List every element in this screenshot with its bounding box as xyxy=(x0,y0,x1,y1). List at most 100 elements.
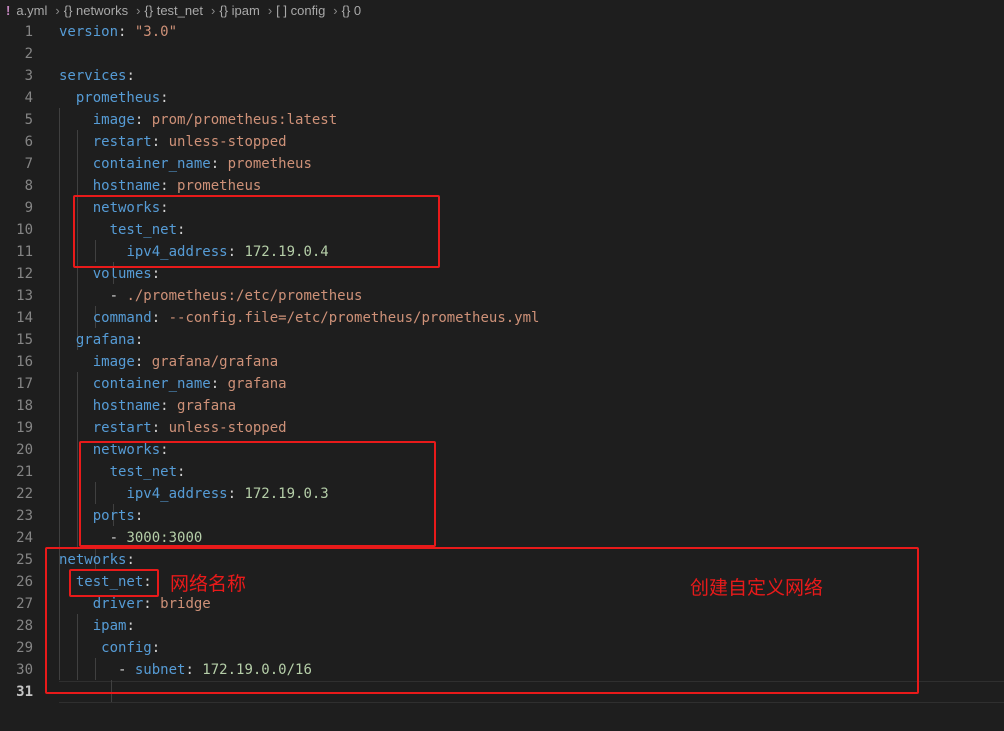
line-number: 11 xyxy=(16,244,33,260)
code-token: container_name xyxy=(92,376,211,392)
line-number: 22 xyxy=(16,486,33,502)
code-token: unless-stopped xyxy=(168,420,287,436)
code-token: prom/prometheus:latest xyxy=(151,112,338,128)
breadcrumb-segment[interactable]: [ ] config xyxy=(276,3,325,18)
line-number: 16 xyxy=(16,354,33,370)
chevron-right-icon: › xyxy=(210,2,216,18)
code-token: : xyxy=(126,68,135,84)
code-token: prometheus xyxy=(75,90,161,106)
line-number: 10 xyxy=(16,222,33,238)
line-number: 31 xyxy=(16,684,33,700)
line-number: 27 xyxy=(16,596,33,612)
code-line[interactable]: 3 services: xyxy=(0,65,1004,87)
line-number: 3 xyxy=(24,68,33,84)
code-token: : xyxy=(118,24,135,40)
line-number: 5 xyxy=(24,112,33,128)
line-number: 13 xyxy=(16,288,33,304)
code-token: grafana xyxy=(177,398,237,414)
code-token: unless-stopped xyxy=(168,134,287,150)
code-token: version xyxy=(59,24,119,40)
chevron-right-icon: › xyxy=(333,2,338,18)
line-number: 21 xyxy=(16,464,33,480)
code-text: services: xyxy=(59,65,135,87)
line-number: 30 xyxy=(16,662,33,678)
line-number: 18 xyxy=(16,398,33,414)
chevron-right-icon: › xyxy=(136,2,141,18)
breadcrumb: ! a.yml › {} networks › {} test_net › {}… xyxy=(0,0,1004,20)
code-line[interactable]: 17 container_name: grafana xyxy=(0,373,1004,395)
line-number: 12 xyxy=(16,266,33,282)
code-token: : xyxy=(210,156,228,172)
code-line[interactable]: 19 restart: unless-stopped xyxy=(0,417,1004,439)
line-number: 23 xyxy=(16,508,33,524)
yaml-file-icon: ! xyxy=(6,2,11,18)
code-text: container_name: grafana xyxy=(59,373,287,395)
code-token: : xyxy=(134,332,144,348)
code-token: : xyxy=(151,420,169,436)
line-number: 14 xyxy=(16,310,33,326)
code-token: : xyxy=(134,354,152,370)
code-token: : xyxy=(151,134,169,150)
breadcrumb-segment[interactable]: {} test_net xyxy=(144,3,203,18)
code-token: restart xyxy=(92,134,152,150)
chevron-right-icon: › xyxy=(55,2,60,18)
code-line[interactable]: 5 image: prom/prometheus:latest xyxy=(0,109,1004,131)
breadcrumb-file[interactable]: a.yml xyxy=(16,3,47,18)
line-number: 17 xyxy=(16,376,33,392)
code-line[interactable]: 4 prometheus: xyxy=(0,87,1004,109)
code-token: "3.0" xyxy=(134,24,178,40)
code-token: prometheus xyxy=(177,178,262,194)
code-text: command: --config.file=/etc/prometheus/p… xyxy=(59,307,540,329)
breadcrumb-segment[interactable]: {} 0 xyxy=(342,3,362,18)
line-number: 29 xyxy=(16,640,33,656)
code-token: container_name xyxy=(92,156,211,172)
code-token: : xyxy=(160,398,178,414)
line-number: 8 xyxy=(24,178,33,194)
code-token: restart xyxy=(92,420,152,436)
code-line[interactable]: 16 image: grafana/grafana xyxy=(0,351,1004,373)
code-token: : xyxy=(134,112,152,128)
code-token: : xyxy=(160,178,178,194)
line-number: 28 xyxy=(16,618,33,634)
breadcrumb-segment[interactable]: {} networks xyxy=(64,3,128,18)
code-text: - ./prometheus:/etc/prometheus xyxy=(59,285,363,307)
code-line[interactable]: 13 - ./prometheus:/etc/prometheus xyxy=(0,285,1004,307)
code-token: prometheus xyxy=(227,156,312,172)
code-line[interactable]: 7 container_name: prometheus xyxy=(0,153,1004,175)
code-text: container_name: prometheus xyxy=(59,153,312,175)
line-number: 15 xyxy=(16,332,33,348)
code-token: grafana/grafana xyxy=(151,354,279,370)
code-line[interactable]: 8 hostname: prometheus xyxy=(0,175,1004,197)
line-number: 9 xyxy=(24,200,33,216)
code-line[interactable]: 6 restart: unless-stopped xyxy=(0,131,1004,153)
code-token: : xyxy=(210,376,228,392)
code-text: grafana: xyxy=(59,329,143,351)
line-number: 20 xyxy=(16,442,33,458)
code-line[interactable]: 15 grafana: xyxy=(0,329,1004,351)
line-number: 7 xyxy=(24,156,33,172)
line-number: 2 xyxy=(24,46,33,62)
code-text: image: grafana/grafana xyxy=(59,351,278,373)
code-text: image: prom/prometheus:latest xyxy=(59,109,337,131)
code-line[interactable]: 2 xyxy=(0,43,1004,65)
code-token: : xyxy=(151,310,169,326)
line-number: 26 xyxy=(16,574,33,590)
code-line[interactable]: 1 version: "3.0" xyxy=(0,21,1004,43)
annotation-box-grafana-networks xyxy=(79,441,436,547)
breadcrumb-segment[interactable]: {} ipam xyxy=(219,3,259,18)
code-line[interactable]: 14 command: --config.file=/etc/prometheu… xyxy=(0,307,1004,329)
code-text: prometheus: xyxy=(59,87,169,109)
code-line[interactable]: 18 hostname: grafana xyxy=(0,395,1004,417)
annotation-network-name: 网络名称 xyxy=(170,573,247,595)
